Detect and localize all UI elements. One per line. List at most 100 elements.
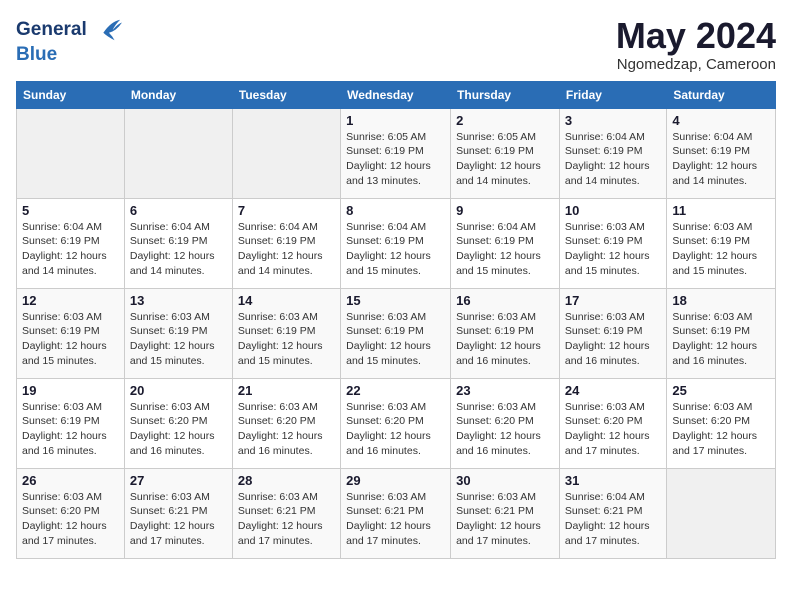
day-number: 25 [672,383,770,398]
day-number: 22 [346,383,445,398]
weekday-header-wednesday: Wednesday [341,81,451,108]
calendar-cell: 17 Sunrise: 6:03 AM Sunset: 6:19 PM Dayli… [559,288,666,378]
calendar-cell: 29 Sunrise: 6:03 AM Sunset: 6:21 PM Dayli… [341,468,451,558]
calendar-cell: 31 Sunrise: 6:04 AM Sunset: 6:21 PM Dayli… [559,468,666,558]
day-info: Sunrise: 6:03 AM Sunset: 6:19 PM Dayligh… [346,310,445,369]
calendar-header: SundayMondayTuesdayWednesdayThursdayFrid… [17,81,776,108]
calendar-body: 1 Sunrise: 6:05 AM Sunset: 6:19 PM Daylig… [17,108,776,558]
day-number: 21 [238,383,335,398]
day-number: 9 [456,203,554,218]
day-number: 17 [565,293,661,308]
calendar-cell: 5 Sunrise: 6:04 AM Sunset: 6:19 PM Daylig… [17,198,125,288]
day-info: Sunrise: 6:04 AM Sunset: 6:19 PM Dayligh… [456,220,554,279]
day-number: 13 [130,293,227,308]
calendar-cell: 11Sunrise: 6:03 AM Sunset: 6:19 PM Dayli… [667,198,776,288]
day-info: Sunrise: 6:03 AM Sunset: 6:21 PM Dayligh… [130,490,227,549]
day-number: 23 [456,383,554,398]
day-number: 1 [346,113,445,128]
calendar-week-3: 12 Sunrise: 6:03 AM Sunset: 6:19 PM Dayli… [17,288,776,378]
day-number: 6 [130,203,227,218]
calendar-cell: 23 Sunrise: 6:03 AM Sunset: 6:20 PM Dayli… [451,378,560,468]
calendar-cell: 10 Sunrise: 6:03 AM Sunset: 6:19 PM Dayli… [559,198,666,288]
calendar-cell: 14 Sunrise: 6:03 AM Sunset: 6:19 PM Dayli… [232,288,340,378]
day-info: Sunrise: 6:03 AM Sunset: 6:20 PM Dayligh… [238,400,335,459]
calendar-cell: 6 Sunrise: 6:04 AM Sunset: 6:19 PM Daylig… [124,198,232,288]
day-info: Sunrise: 6:05 AM Sunset: 6:19 PM Dayligh… [456,130,554,189]
day-info: Sunrise: 6:03 AM Sunset: 6:19 PM Dayligh… [565,310,661,369]
page-header: General Blue May 2024 Ngomedzap, Cameroo… [16,16,776,73]
day-number: 20 [130,383,227,398]
day-number: 24 [565,383,661,398]
day-number: 28 [238,473,335,488]
day-number: 12 [22,293,119,308]
calendar-cell [124,108,232,198]
day-number: 3 [565,113,661,128]
day-number: 10 [565,203,661,218]
day-info: Sunrise: 6:04 AM Sunset: 6:19 PM Dayligh… [22,220,119,279]
day-number: 19 [22,383,119,398]
day-info: Sunrise: 6:03 AM Sunset: 6:19 PM Dayligh… [672,220,770,279]
calendar-cell: 21 Sunrise: 6:03 AM Sunset: 6:20 PM Dayli… [232,378,340,468]
day-number: 8 [346,203,445,218]
calendar-week-1: 1 Sunrise: 6:05 AM Sunset: 6:19 PM Daylig… [17,108,776,198]
day-info: Sunrise: 6:04 AM Sunset: 6:19 PM Dayligh… [238,220,335,279]
day-number: 2 [456,113,554,128]
day-number: 31 [565,473,661,488]
calendar-cell: 16Sunrise: 6:03 AM Sunset: 6:19 PM Dayli… [451,288,560,378]
logo-general: General [16,19,87,40]
day-number: 16 [456,293,554,308]
title-block: May 2024 Ngomedzap, Cameroon [616,16,776,73]
weekday-header-tuesday: Tuesday [232,81,340,108]
calendar-cell [232,108,340,198]
calendar-cell: 7 Sunrise: 6:04 AM Sunset: 6:19 PM Daylig… [232,198,340,288]
day-info: Sunrise: 6:03 AM Sunset: 6:20 PM Dayligh… [346,400,445,459]
calendar-cell: 15 Sunrise: 6:03 AM Sunset: 6:19 PM Dayli… [341,288,451,378]
day-info: Sunrise: 6:03 AM Sunset: 6:20 PM Dayligh… [22,490,119,549]
day-info: Sunrise: 6:03 AM Sunset: 6:21 PM Dayligh… [238,490,335,549]
day-info: Sunrise: 6:04 AM Sunset: 6:19 PM Dayligh… [672,130,770,189]
day-number: 15 [346,293,445,308]
calendar-week-4: 19Sunrise: 6:03 AM Sunset: 6:19 PM Dayli… [17,378,776,468]
calendar-cell: 20 Sunrise: 6:03 AM Sunset: 6:20 PM Dayli… [124,378,232,468]
logo-blue: Blue [16,44,122,66]
calendar-cell: 26 Sunrise: 6:03 AM Sunset: 6:20 PM Dayli… [17,468,125,558]
day-info: Sunrise: 6:04 AM Sunset: 6:19 PM Dayligh… [565,130,661,189]
day-info: Sunrise: 6:04 AM Sunset: 6:19 PM Dayligh… [130,220,227,279]
day-number: 26 [22,473,119,488]
day-number: 27 [130,473,227,488]
calendar-cell: 22 Sunrise: 6:03 AM Sunset: 6:20 PM Dayli… [341,378,451,468]
day-number: 5 [22,203,119,218]
calendar-cell: 8 Sunrise: 6:04 AM Sunset: 6:19 PM Daylig… [341,198,451,288]
day-info: Sunrise: 6:03 AM Sunset: 6:20 PM Dayligh… [672,400,770,459]
day-number: 29 [346,473,445,488]
calendar-cell: 3 Sunrise: 6:04 AM Sunset: 6:19 PM Daylig… [559,108,666,198]
calendar-cell: 9 Sunrise: 6:04 AM Sunset: 6:19 PM Daylig… [451,198,560,288]
calendar-cell: 27 Sunrise: 6:03 AM Sunset: 6:21 PM Dayli… [124,468,232,558]
weekday-header-saturday: Saturday [667,81,776,108]
calendar-cell: 19Sunrise: 6:03 AM Sunset: 6:19 PM Dayli… [17,378,125,468]
calendar-cell: 28 Sunrise: 6:03 AM Sunset: 6:21 PM Dayli… [232,468,340,558]
day-info: Sunrise: 6:03 AM Sunset: 6:19 PM Dayligh… [130,310,227,369]
day-info: Sunrise: 6:03 AM Sunset: 6:19 PM Dayligh… [238,310,335,369]
day-number: 18 [672,293,770,308]
day-info: Sunrise: 6:03 AM Sunset: 6:19 PM Dayligh… [565,220,661,279]
logo-bird-icon [94,16,122,44]
day-info: Sunrise: 6:05 AM Sunset: 6:19 PM Dayligh… [346,130,445,189]
day-info: Sunrise: 6:03 AM Sunset: 6:20 PM Dayligh… [456,400,554,459]
day-info: Sunrise: 6:04 AM Sunset: 6:19 PM Dayligh… [346,220,445,279]
month-title: May 2024 [616,16,776,56]
day-info: Sunrise: 6:03 AM Sunset: 6:20 PM Dayligh… [130,400,227,459]
location: Ngomedzap, Cameroon [616,56,776,73]
day-info: Sunrise: 6:04 AM Sunset: 6:21 PM Dayligh… [565,490,661,549]
day-number: 14 [238,293,335,308]
day-info: Sunrise: 6:03 AM Sunset: 6:19 PM Dayligh… [672,310,770,369]
day-info: Sunrise: 6:03 AM Sunset: 6:21 PM Dayligh… [346,490,445,549]
day-number: 7 [238,203,335,218]
day-number: 30 [456,473,554,488]
calendar-cell: 4 Sunrise: 6:04 AM Sunset: 6:19 PM Daylig… [667,108,776,198]
calendar-cell [667,468,776,558]
day-info: Sunrise: 6:03 AM Sunset: 6:21 PM Dayligh… [456,490,554,549]
day-number: 4 [672,113,770,128]
calendar-cell: 25 Sunrise: 6:03 AM Sunset: 6:20 PM Dayli… [667,378,776,468]
calendar-cell: 24Sunrise: 6:03 AM Sunset: 6:20 PM Dayli… [559,378,666,468]
